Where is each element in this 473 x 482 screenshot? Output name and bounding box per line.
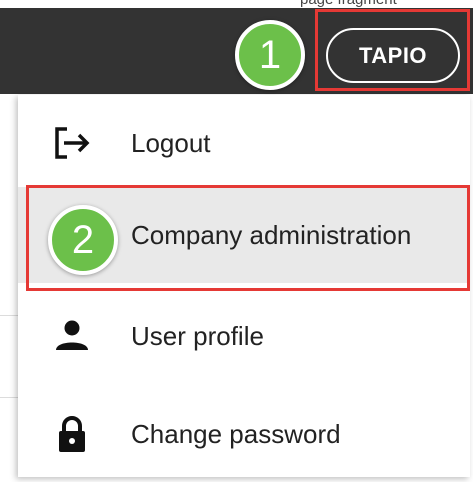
menu-item-user-profile-label: User profile <box>131 320 264 351</box>
user-dropdown-menu: Logout Company administration User profi… <box>18 95 470 477</box>
menu-item-change-password[interactable]: Change password <box>18 386 470 482</box>
step-badge-2-number: 2 <box>71 217 95 262</box>
menu-item-change-password-label: Change password <box>131 418 341 449</box>
user-menu-button-label: TAPIO <box>358 42 428 68</box>
menu-item-user-profile[interactable]: User profile <box>18 288 470 384</box>
menu-item-logout-label: Logout <box>131 127 211 158</box>
person-icon <box>52 316 92 356</box>
step-badge-2: 2 <box>48 205 118 275</box>
lock-icon <box>52 414 92 454</box>
step-badge-1-number: 1 <box>258 32 282 77</box>
menu-item-logout[interactable]: Logout <box>18 95 470 191</box>
step-badge-1: 1 <box>235 20 305 90</box>
logout-icon <box>52 123 92 163</box>
top-strip: page fragment <box>0 0 473 8</box>
user-menu-button[interactable]: TAPIO <box>326 28 460 83</box>
top-strip-text: page fragment <box>300 0 397 8</box>
menu-item-company-administration-label: Company administration <box>131 219 412 250</box>
